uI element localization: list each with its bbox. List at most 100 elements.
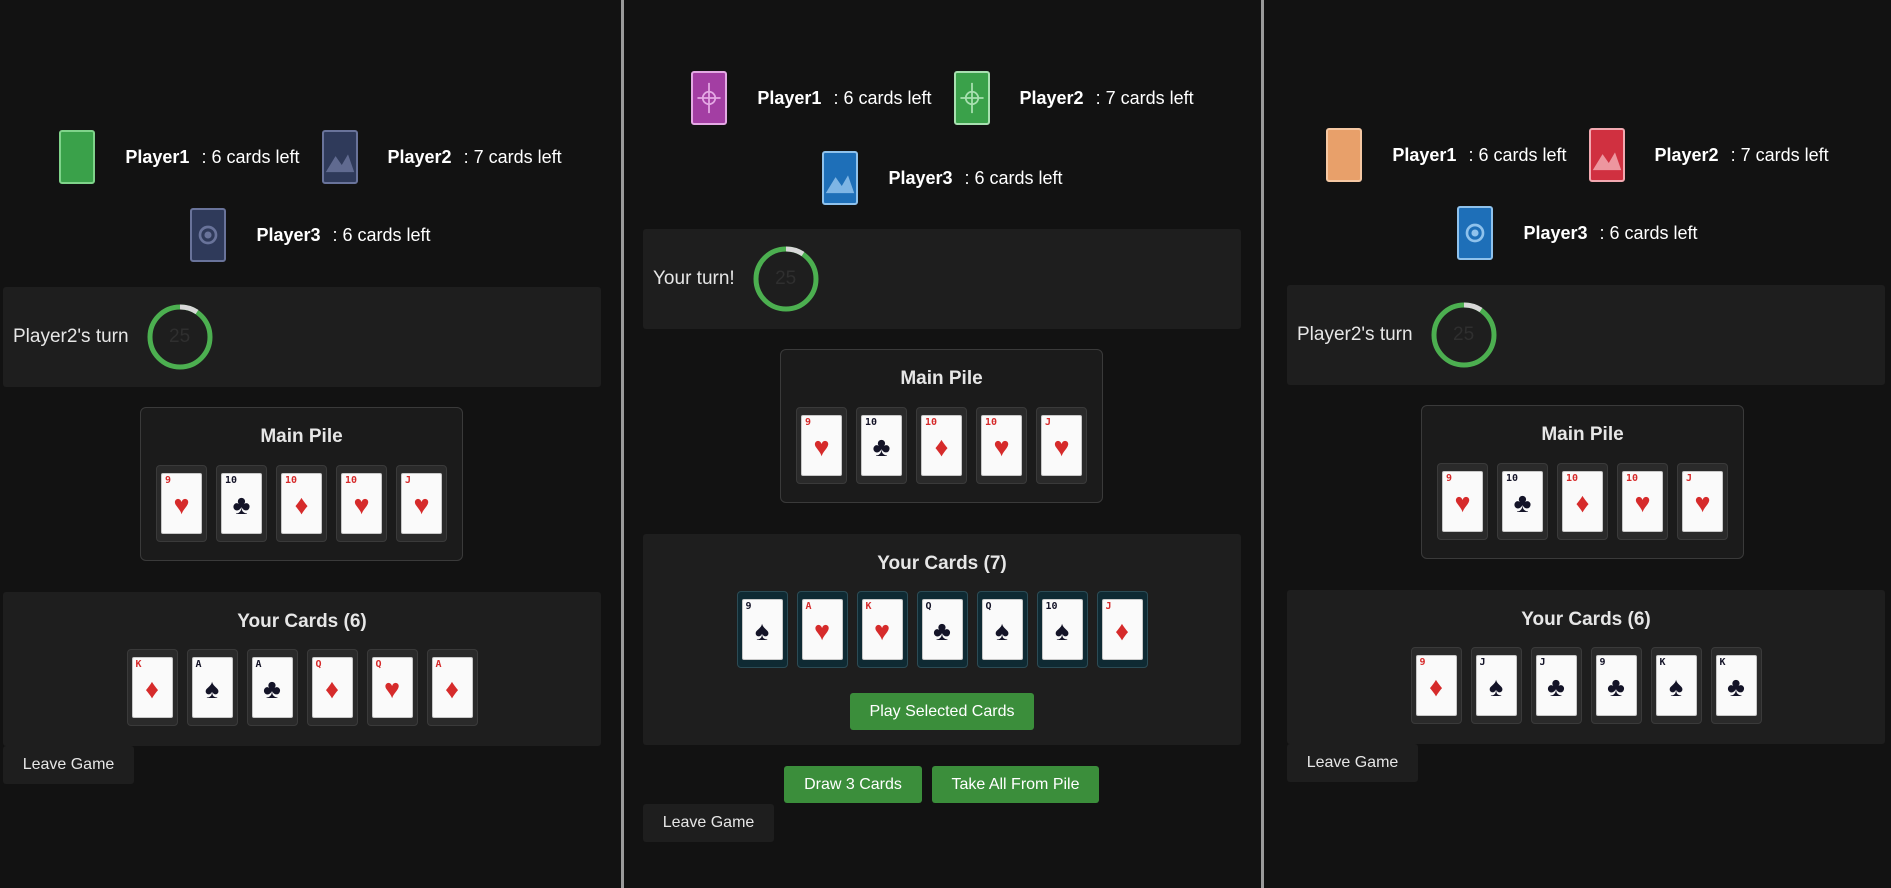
- playing-card[interactable]: J ♣: [1530, 647, 1582, 724]
- card-rank: Q: [925, 601, 932, 612]
- main-pile-title: Main Pile: [1541, 424, 1624, 445]
- timer-value: 25: [1453, 324, 1475, 345]
- card-rank: 10: [1506, 473, 1519, 484]
- card-face: K ♠: [1655, 655, 1697, 716]
- card-face: 10 ♥: [1622, 471, 1663, 532]
- turn-text: Your turn!: [653, 268, 735, 289]
- playing-card[interactable]: J ♠: [1470, 647, 1522, 724]
- playing-card[interactable]: 9 ♦: [1410, 647, 1462, 724]
- card-count: : 7 cards left: [1730, 144, 1829, 165]
- hand-area: Your Cards (6) K ♦ A ♠ A ♣ Q ♦ Q ♥ A ♦: [3, 592, 601, 746]
- playing-card: 10 ♣: [1497, 463, 1548, 540]
- card-suit-icon: ♠: [204, 674, 220, 704]
- player-entry: Player3 : 6 cards left: [190, 208, 431, 262]
- leave-game-button[interactable]: Leave Game: [3, 746, 134, 784]
- turn-text: Player2's turn: [1297, 324, 1413, 345]
- card-suit-icon: ♣: [232, 490, 251, 520]
- opponents-row: Player3 : 6 cards left: [0, 208, 621, 262]
- card-rank: K: [1659, 657, 1666, 668]
- playing-card[interactable]: Q ♠: [976, 591, 1028, 668]
- card-rank: Q: [375, 659, 382, 670]
- card-face: 9 ♦: [1415, 655, 1457, 716]
- player-entry: Player3 : 6 cards left: [822, 151, 1063, 205]
- card-count: : 6 cards left: [201, 146, 300, 167]
- turn-timer: 25: [1431, 302, 1497, 368]
- playing-card[interactable]: Q ♥: [366, 649, 418, 726]
- opponents-row: Player1 : 6 cards left Player2 : 7 cards…: [0, 130, 621, 184]
- main-pile-title: Main Pile: [260, 426, 343, 447]
- player-name: Player1: [1392, 144, 1457, 165]
- leave-game-button[interactable]: Leave Game: [643, 804, 774, 842]
- card-back-icon: [691, 71, 728, 125]
- hand-title: Your Cards (6): [237, 611, 367, 632]
- card-face: K ♦: [131, 657, 173, 718]
- hand-cards: K ♦ A ♠ A ♣ Q ♦ Q ♥ A ♦: [3, 649, 601, 726]
- card-rank: 10: [1566, 473, 1579, 484]
- card-face: K ♣: [1715, 655, 1757, 716]
- playing-card[interactable]: K ♣: [1710, 647, 1762, 724]
- take-all-from-pile-button[interactable]: Take All From Pile: [932, 766, 1099, 803]
- hand-area: Your Cards (6) 9 ♦ J ♠ J ♣ 9 ♣ K ♠ K ♣: [1287, 590, 1885, 744]
- card-face: 9 ♥: [1442, 471, 1483, 532]
- playing-card[interactable]: A ♦: [426, 649, 478, 726]
- hand-title: Your Cards (6): [1521, 609, 1651, 630]
- playing-card[interactable]: A ♣: [246, 649, 298, 726]
- game-view-1: Player1 : 6 cards left Player2 : 7 cards…: [0, 0, 621, 888]
- draw-3-cards-button[interactable]: Draw 3 Cards: [784, 766, 922, 803]
- hand-area: Your Cards (7) 9 ♠ A ♥ K ♥ Q ♣ Q ♠ 10 ♠ J ♦ Play Sele…: [643, 534, 1241, 745]
- card-rank: J: [1105, 601, 1112, 612]
- opponents-row: Player1 : 6 cards left Player2 : 7 cards…: [624, 71, 1261, 125]
- playing-card: 10 ♦: [916, 407, 967, 484]
- playing-card[interactable]: K ♥: [856, 591, 908, 668]
- card-rank: A: [435, 659, 442, 670]
- card-face: 10 ♦: [1562, 471, 1603, 532]
- card-face: 10 ♣: [221, 473, 262, 534]
- card-face: 10 ♥: [981, 415, 1022, 476]
- play-selected-cards-button[interactable]: Play Selected Cards: [850, 693, 1034, 730]
- playing-card[interactable]: Q ♦: [306, 649, 358, 726]
- hand-cards: 9 ♠ A ♥ K ♥ Q ♣ Q ♠ 10 ♠ J ♦: [643, 591, 1241, 668]
- card-count: : 7 cards left: [1095, 87, 1194, 108]
- main-pile: Main Pile 9 ♥ 10 ♣ 10 ♦ 10 ♥ J ♥: [1421, 405, 1744, 559]
- card-suit-icon: ♠: [754, 616, 770, 646]
- playing-card: 9 ♥: [1437, 463, 1488, 540]
- card-back-icon: [190, 208, 227, 262]
- card-suit-icon: ♣: [1513, 488, 1532, 518]
- leave-game-button[interactable]: Leave Game: [1287, 744, 1418, 782]
- opponents-row: Player3 : 6 cards left: [1264, 206, 1891, 260]
- main-pile-cards: 9 ♥ 10 ♣ 10 ♦ 10 ♥ J ♥: [141, 465, 462, 542]
- game-view-2: Player1 : 6 cards left Player2 : 7 cards…: [624, 0, 1261, 888]
- playing-card[interactable]: 9 ♣: [1590, 647, 1642, 724]
- card-suit-icon: ♥: [1053, 432, 1070, 462]
- playing-card[interactable]: A ♠: [186, 649, 238, 726]
- playing-card[interactable]: A ♥: [796, 591, 848, 668]
- card-suit-icon: ♣: [263, 674, 281, 704]
- playing-card[interactable]: 10 ♠: [1036, 591, 1088, 668]
- player-entry: Player3 : 6 cards left: [1457, 206, 1698, 260]
- timer-value: 25: [169, 326, 191, 347]
- playing-card: J ♥: [1036, 407, 1087, 484]
- card-suit-icon: ♥: [813, 432, 830, 462]
- playing-card: J ♥: [1677, 463, 1728, 540]
- card-face: J ♠: [1475, 655, 1517, 716]
- card-face: 10 ♣: [861, 415, 902, 476]
- playing-card[interactable]: J ♦: [1096, 591, 1148, 668]
- playing-card[interactable]: 9 ♠: [736, 591, 788, 668]
- card-face: Q ♥: [371, 657, 413, 718]
- playing-card[interactable]: K ♠: [1650, 647, 1702, 724]
- card-rank: J: [1045, 417, 1052, 428]
- card-rank: K: [1719, 657, 1726, 668]
- main-pile-cards: 9 ♥ 10 ♣ 10 ♦ 10 ♥ J ♥: [781, 407, 1102, 484]
- card-face: A ♦: [431, 657, 473, 718]
- card-rank: A: [255, 659, 262, 670]
- player-entry: Player1 : 6 cards left: [691, 71, 932, 125]
- card-face: J ♥: [401, 473, 442, 534]
- card-count: : 7 cards left: [463, 146, 562, 167]
- playing-card[interactable]: Q ♣: [916, 591, 968, 668]
- playing-card[interactable]: K ♦: [126, 649, 178, 726]
- playing-card: 10 ♥: [976, 407, 1027, 484]
- timer-value: 25: [775, 268, 797, 289]
- card-face: A ♠: [191, 657, 233, 718]
- card-back-icon: [59, 130, 96, 184]
- card-count: : 6 cards left: [1599, 222, 1698, 243]
